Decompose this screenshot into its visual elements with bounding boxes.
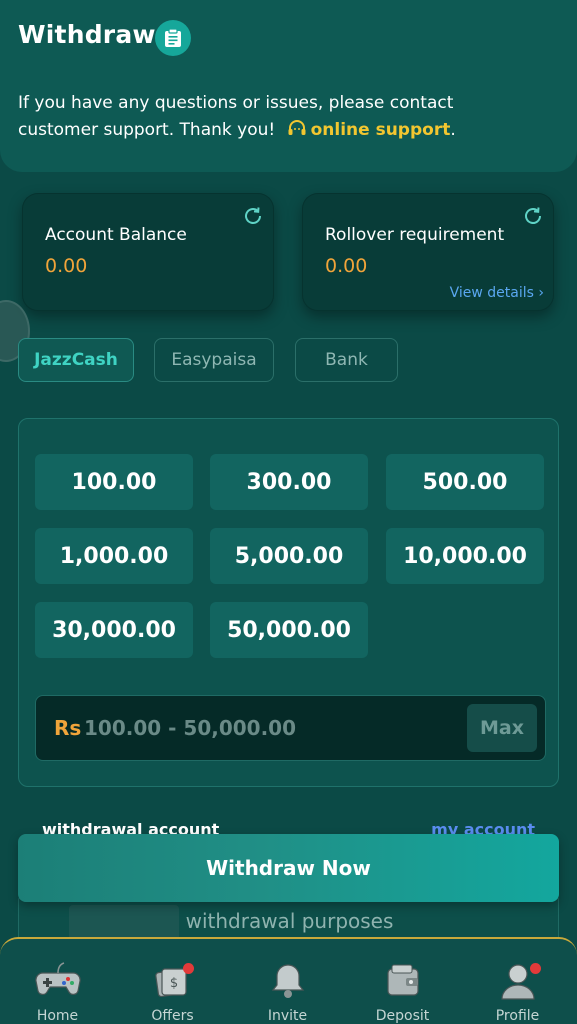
bell-icon	[271, 964, 305, 998]
headset-icon	[287, 120, 307, 147]
nav-profile[interactable]: Profile	[460, 939, 575, 1024]
amount-option[interactable]: 5,000.00	[210, 528, 368, 584]
wallet-icon	[387, 964, 419, 996]
amount-option[interactable]: 1,000.00	[35, 528, 193, 584]
support-suffix: .	[450, 120, 456, 140]
nav-invite[interactable]: Invite	[230, 939, 345, 1024]
amount-placeholder: 100.00 - 50,000.00	[84, 716, 297, 740]
view-details-label: View details	[449, 285, 534, 301]
tab-easypaisa[interactable]: Easypaisa	[154, 338, 274, 382]
account-balance-label: Account Balance	[45, 225, 187, 245]
notification-dot	[183, 963, 194, 974]
page-title: Withdraw	[18, 20, 156, 49]
chevron-right-icon: ›	[538, 285, 544, 301]
online-support-link[interactable]: online support	[311, 120, 451, 140]
svg-text:$: $	[170, 976, 178, 991]
refresh-icon[interactable]	[522, 205, 544, 231]
amount-option[interactable]: 30,000.00	[35, 602, 193, 658]
clipboard-icon[interactable]	[155, 20, 191, 56]
withdrawal-purpose-text: withdrawal purposes	[185, 909, 394, 933]
amount-option[interactable]: 500.00	[386, 454, 544, 510]
currency-label: Rs	[54, 716, 82, 740]
withdraw-now-button[interactable]: Withdraw Now	[18, 834, 559, 902]
amount-panel: 100.00 300.00 500.00 1,000.00 5,000.00 1…	[18, 418, 559, 787]
amount-option[interactable]: 300.00	[210, 454, 368, 510]
account-balance-value: 0.00	[45, 255, 88, 277]
amount-option[interactable]: 50,000.00	[210, 602, 368, 658]
nav-deposit[interactable]: Deposit	[345, 939, 460, 1024]
header: Withdraw If you have any questions or is…	[0, 0, 577, 172]
gamepad-icon	[35, 962, 81, 995]
tab-jazzcash[interactable]: JazzCash	[18, 338, 134, 382]
rollover-label: Rollover requirement	[325, 225, 505, 245]
nav-label: Profile	[495, 1008, 540, 1024]
notification-dot	[530, 963, 541, 974]
amount-option[interactable]: 100.00	[35, 454, 193, 510]
nav-offers[interactable]: $ Offers	[115, 939, 230, 1024]
amount-input[interactable]: Rs 100.00 - 50,000.00 Max	[35, 695, 546, 761]
refresh-icon[interactable]	[242, 205, 264, 231]
account-balance-card: Account Balance 0.00	[22, 193, 274, 311]
nav-label: Offers	[151, 1008, 194, 1024]
nav-home[interactable]: Home	[0, 939, 115, 1024]
nav-label: Invite	[267, 1008, 308, 1024]
view-details-link[interactable]: View details ›	[450, 285, 544, 301]
tab-bank[interactable]: Bank	[295, 338, 398, 382]
amount-option[interactable]: 10,000.00	[386, 528, 544, 584]
rollover-value: 0.00	[325, 255, 368, 277]
rollover-card: Rollover requirement 0.00 View details ›	[302, 193, 554, 311]
nav-label: Deposit	[375, 1008, 430, 1024]
bottom-nav: Home $ Offers Invite Deposit Profile	[0, 937, 577, 1024]
max-button[interactable]: Max	[467, 704, 537, 752]
support-message: If you have any questions or issues, ple…	[18, 90, 498, 147]
nav-label: Home	[36, 1008, 79, 1024]
